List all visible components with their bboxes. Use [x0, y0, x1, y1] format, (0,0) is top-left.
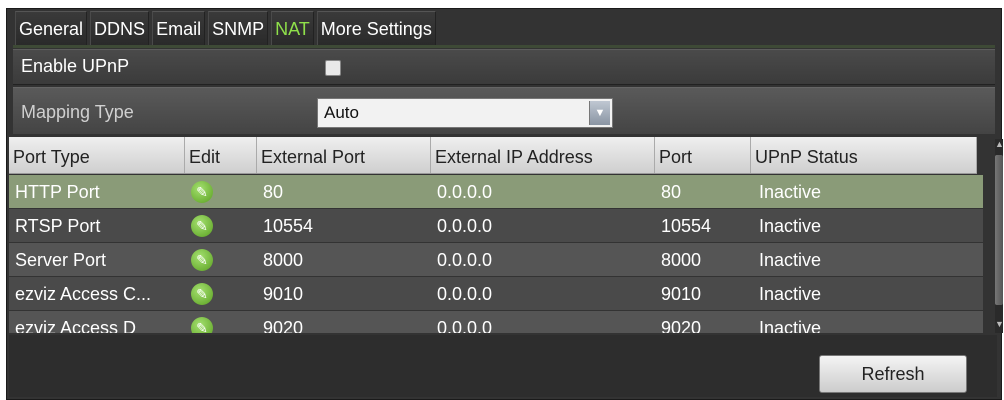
cell-port-type: Server Port — [15, 250, 107, 270]
mapping-type-select[interactable]: Auto ▼ — [317, 98, 613, 128]
cell-external-port: 9020 — [263, 318, 304, 333]
cell-external-port: 10554 — [263, 216, 314, 236]
pencil-icon[interactable]: ✎ — [191, 317, 213, 333]
scroll-thumb[interactable] — [995, 155, 1003, 305]
table-row[interactable]: ezviz Access C... ✎ 9010 0.0.0.0 9010 In… — [9, 277, 983, 311]
table-body: HTTP Port ✎ 80 0.0.0.0 80 Inactive RTSP … — [9, 175, 983, 333]
enable-upnp-label: Enable UPnP — [21, 56, 130, 76]
table-scrollbar[interactable]: ▲ ▼ — [995, 139, 1004, 333]
network-settings-panel: General DDNS Email SNMP NAT More Setting… — [6, 8, 1004, 400]
cell-external-ip: 0.0.0.0 — [437, 182, 493, 202]
cell-port: 9010 — [661, 284, 702, 304]
cell-external-port: 9010 — [263, 284, 304, 304]
chevron-down-icon[interactable]: ▼ — [589, 101, 610, 125]
header-external-ip[interactable]: External IP Address — [431, 137, 655, 173]
cell-external-ip: 0.0.0.0 — [437, 318, 493, 333]
header-port[interactable]: Port — [655, 137, 751, 173]
cell-port-type: ezviz Access C... — [15, 284, 152, 304]
table-header: Port Type Edit External Port External IP… — [9, 137, 977, 174]
scroll-down-icon[interactable]: ▼ — [995, 319, 1004, 333]
scroll-up-icon[interactable]: ▲ — [995, 139, 1004, 153]
header-upnp-status[interactable]: UPnP Status — [751, 137, 977, 173]
cell-port-type: ezviz Access D — [15, 318, 137, 333]
cell-port: 9020 — [661, 318, 702, 333]
bottom-bar: Refresh — [9, 335, 997, 397]
cell-upnp-status: Inactive — [759, 318, 822, 333]
table-row[interactable]: Server Port ✎ 8000 0.0.0.0 8000 Inactive — [9, 243, 983, 277]
tab-ddns[interactable]: DDNS — [90, 11, 150, 45]
port-mapping-table: Port Type Edit External Port External IP… — [9, 137, 997, 333]
tab-bar: General DDNS Email SNMP NAT More Setting… — [15, 11, 439, 45]
refresh-button[interactable]: Refresh — [819, 355, 967, 393]
tab-general[interactable]: General — [15, 11, 88, 45]
mapping-type-value: Auto — [324, 103, 359, 122]
mapping-type-row: Mapping Type Auto ▼ — [13, 87, 995, 134]
table-row[interactable]: RTSP Port ✎ 10554 0.0.0.0 10554 Inactive — [9, 209, 983, 243]
cell-port: 80 — [661, 182, 682, 202]
cell-external-ip: 0.0.0.0 — [437, 216, 493, 236]
cell-upnp-status: Inactive — [759, 216, 822, 236]
cell-external-port: 8000 — [263, 250, 304, 270]
pencil-icon[interactable]: ✎ — [191, 181, 213, 203]
tab-snmp[interactable]: SNMP — [208, 11, 269, 45]
cell-external-port: 80 — [263, 182, 284, 202]
cell-external-ip: 0.0.0.0 — [437, 284, 493, 304]
cell-port-type: HTTP Port — [15, 182, 100, 202]
table-row[interactable]: ezviz Access D ✎ 9020 0.0.0.0 9020 Inact… — [9, 311, 983, 333]
enable-upnp-checkbox[interactable] — [325, 60, 341, 76]
cell-port: 8000 — [661, 250, 702, 270]
tab-nat[interactable]: NAT — [271, 11, 314, 45]
cell-upnp-status: Inactive — [759, 250, 822, 270]
tab-more-settings[interactable]: More Settings — [316, 11, 436, 45]
cell-port-type: RTSP Port — [15, 216, 101, 236]
header-port-type[interactable]: Port Type — [9, 137, 185, 173]
tab-divider — [13, 45, 995, 48]
table-row[interactable]: HTTP Port ✎ 80 0.0.0.0 80 Inactive — [9, 175, 983, 209]
pencil-icon[interactable]: ✎ — [191, 283, 213, 305]
cell-upnp-status: Inactive — [759, 284, 822, 304]
cell-external-ip: 0.0.0.0 — [437, 250, 493, 270]
pencil-icon[interactable]: ✎ — [191, 215, 213, 237]
pencil-icon[interactable]: ✎ — [191, 249, 213, 271]
cell-upnp-status: Inactive — [759, 182, 822, 202]
tab-email[interactable]: Email — [152, 11, 206, 45]
mapping-type-label: Mapping Type — [21, 102, 134, 122]
header-edit[interactable]: Edit — [185, 137, 257, 173]
header-external-port[interactable]: External Port — [257, 137, 431, 173]
enable-upnp-row: Enable UPnP — [13, 49, 995, 85]
cell-port: 10554 — [661, 216, 712, 236]
